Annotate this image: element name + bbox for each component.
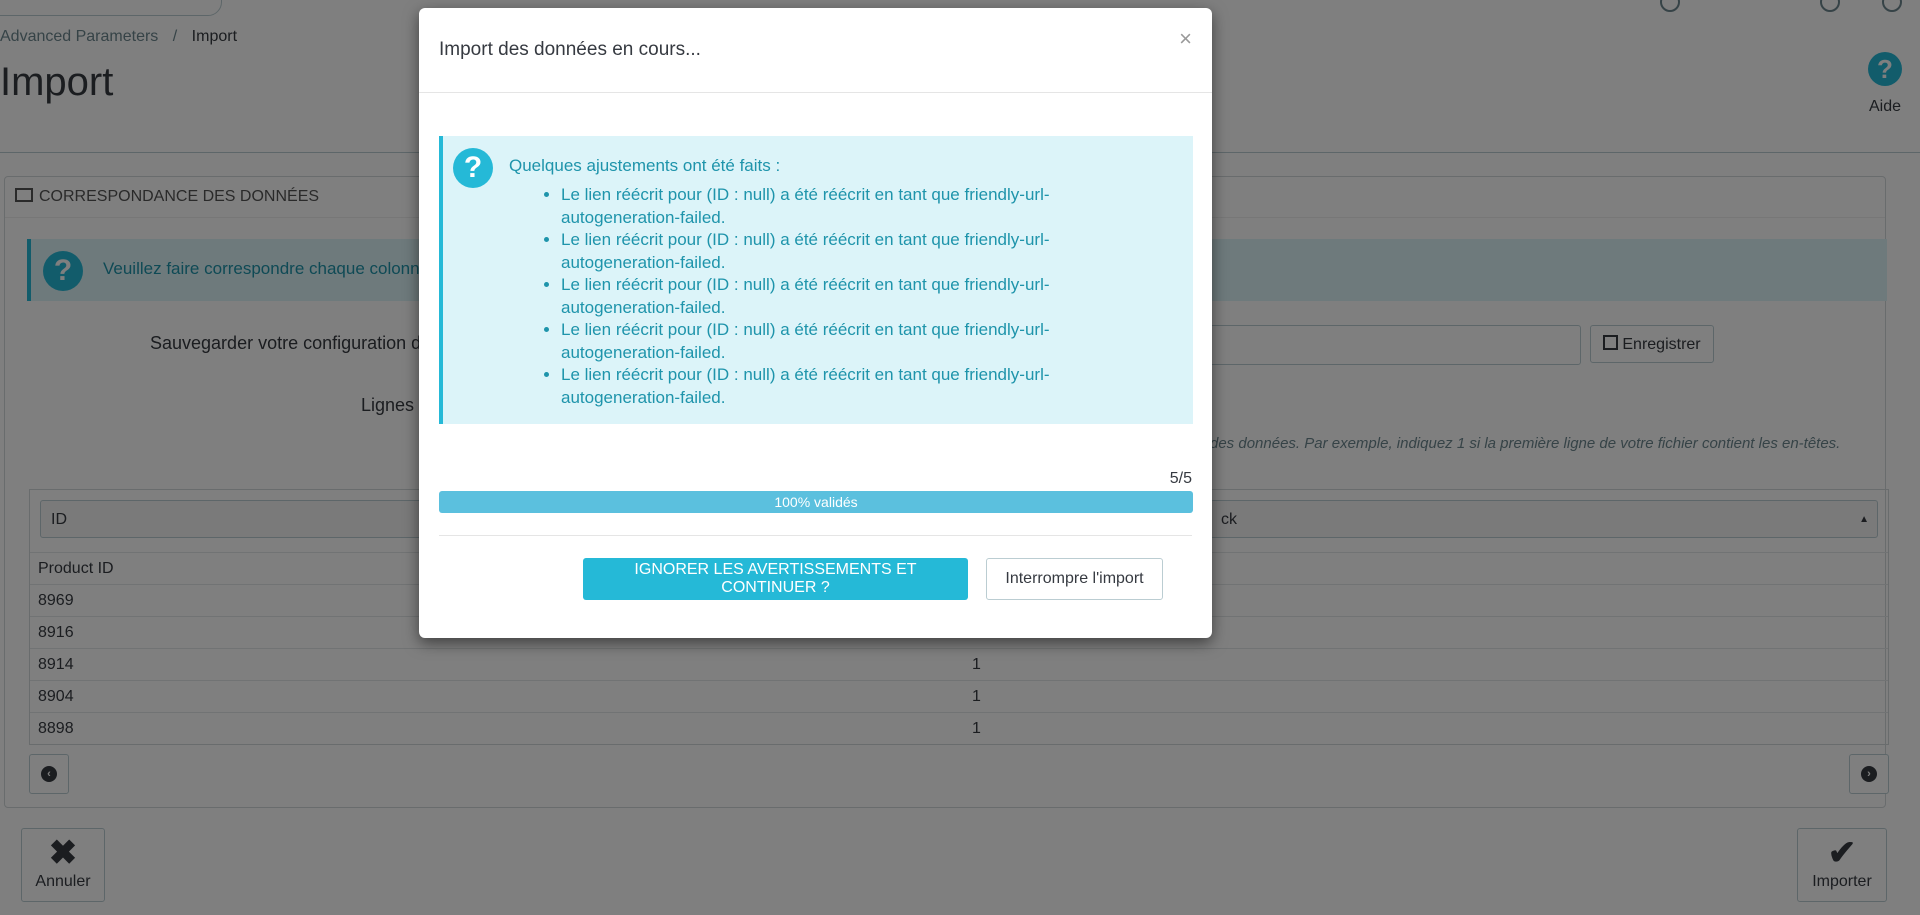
warnings-alert: ? Quelques ajustements ont été faits : L… bbox=[439, 136, 1193, 424]
question-icon: ? bbox=[453, 148, 493, 188]
warning-item: Le lien réécrit pour (ID : null) a été r… bbox=[561, 229, 1161, 274]
progress-counter: 5/5 bbox=[1169, 470, 1192, 487]
warning-item: Le lien réécrit pour (ID : null) a été r… bbox=[561, 364, 1161, 409]
warning-item: Le lien réécrit pour (ID : null) a été r… bbox=[561, 184, 1161, 229]
ignore-warnings-button[interactable]: IGNORER LES AVERTISSEMENTS ET CONTINUER … bbox=[583, 558, 968, 600]
close-icon[interactable]: × bbox=[1179, 26, 1192, 52]
modal-divider bbox=[439, 535, 1192, 536]
warnings-list: Le lien réécrit pour (ID : null) a été r… bbox=[509, 184, 1161, 409]
progress-bar: 100% validés bbox=[439, 491, 1193, 513]
import-progress-modal: Import des données en cours... × ? Quelq… bbox=[419, 8, 1212, 638]
warning-item: Le lien réécrit pour (ID : null) a été r… bbox=[561, 319, 1161, 364]
modal-title: Import des données en cours... bbox=[439, 39, 701, 60]
warning-item: Le lien réécrit pour (ID : null) a été r… bbox=[561, 274, 1161, 319]
progress-track: 100% validés bbox=[439, 491, 1193, 513]
abort-import-button[interactable]: Interrompre l'import bbox=[986, 558, 1163, 600]
alert-title: Quelques ajustements ont été faits : bbox=[509, 156, 781, 175]
modal-header: Import des données en cours... × bbox=[419, 8, 1212, 93]
